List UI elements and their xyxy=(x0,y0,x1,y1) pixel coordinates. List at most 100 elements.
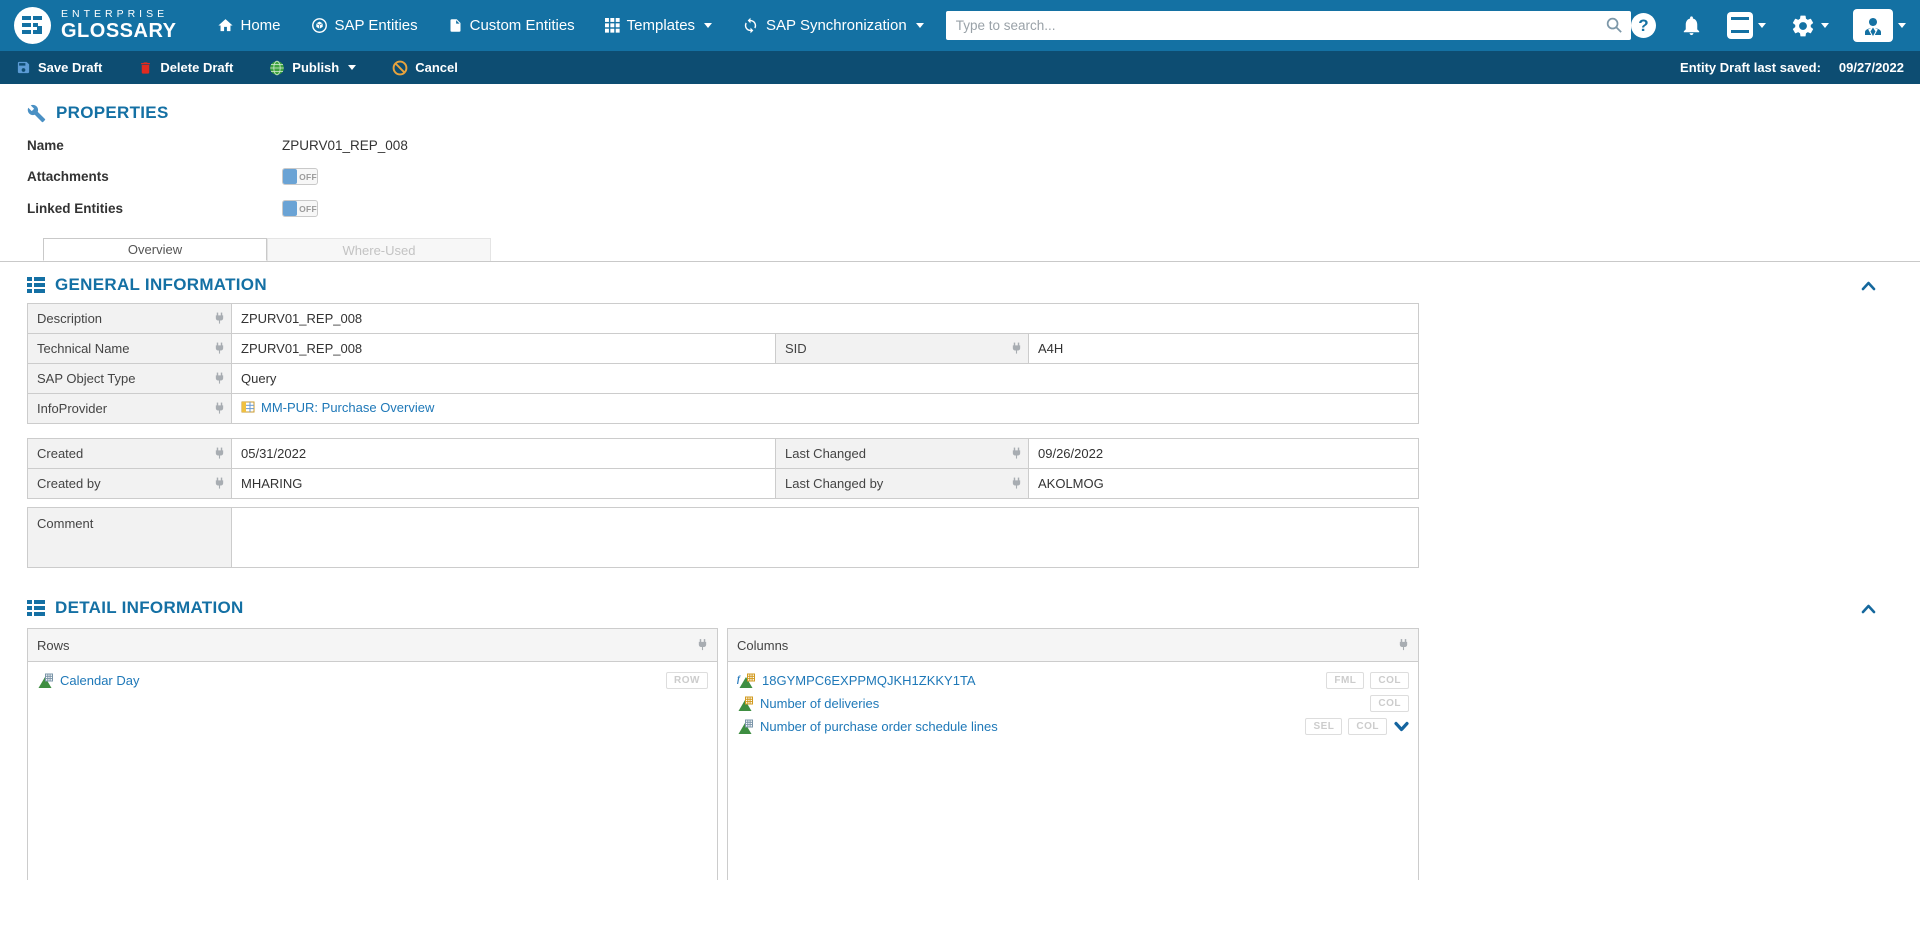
detail-information-section: DETAIL INFORMATION Rows xyxy=(27,598,1890,880)
nav-sap-synchronization[interactable]: SAP Synchronization xyxy=(742,17,924,34)
linked-entities-toggle[interactable]: OFF xyxy=(282,200,318,217)
attachments-toggle-state: OFF xyxy=(299,172,317,182)
search-icon[interactable] xyxy=(1605,16,1624,35)
wrench-icon xyxy=(27,104,46,123)
infoprovider-icon xyxy=(241,400,255,414)
list-icon xyxy=(27,276,45,294)
publish-button[interactable]: Publish xyxy=(269,60,356,76)
help-button[interactable]: ? xyxy=(1631,13,1656,38)
general-information-section: GENERAL INFORMATION Description ZPURV01_… xyxy=(27,275,1890,568)
description-value: ZPURV01_REP_008 xyxy=(232,304,1419,334)
nav-home-label: Home xyxy=(241,17,281,34)
save-icon xyxy=(16,60,31,75)
nav-templates[interactable]: Templates xyxy=(605,17,712,34)
svg-text:f: f xyxy=(737,674,741,684)
nav-templates-label: Templates xyxy=(627,17,695,34)
plug-icon xyxy=(1011,477,1022,490)
column-item-link[interactable]: Number of purchase order schedule lines xyxy=(760,719,998,734)
list-item: Calendar Day ROW xyxy=(37,669,708,692)
table-row: Created by MHARING Last Changed by AKOLM… xyxy=(28,469,1419,499)
infoprovider-link[interactable]: MM-PUR: Purchase Overview xyxy=(241,400,434,415)
list-item: Number of deliveries COL xyxy=(737,692,1409,715)
save-draft-button[interactable]: Save Draft xyxy=(16,60,102,75)
list-item: Number of purchase order schedule lines … xyxy=(737,715,1409,738)
question-icon: ? xyxy=(1631,13,1656,38)
last-changed-label: Last Changed xyxy=(785,446,866,461)
nav-home[interactable]: Home xyxy=(217,17,281,34)
general-information-title: GENERAL INFORMATION xyxy=(55,275,267,295)
home-icon xyxy=(217,17,234,34)
cancel-label: Cancel xyxy=(415,60,458,75)
notifications-button[interactable] xyxy=(1680,13,1703,38)
cancel-button[interactable]: Cancel xyxy=(392,60,458,76)
plug-icon xyxy=(214,402,225,415)
sid-value: A4H xyxy=(1029,334,1419,364)
rows-panel: Rows Calendar Day xyxy=(27,628,718,880)
column-item-link[interactable]: Number of deliveries xyxy=(760,696,879,711)
logo-icon xyxy=(14,7,51,44)
plug-icon xyxy=(214,447,225,460)
plug-icon xyxy=(214,372,225,385)
infoprovider-label: InfoProvider xyxy=(37,401,107,416)
plug-icon xyxy=(214,477,225,490)
delete-draft-button[interactable]: Delete Draft xyxy=(138,60,233,76)
expand-item-button[interactable] xyxy=(1394,721,1409,732)
nav-sap-entities-label: SAP Entities xyxy=(335,17,418,34)
name-label: Name xyxy=(27,138,282,153)
col-badge: COL xyxy=(1348,718,1387,735)
chevron-down-icon xyxy=(1758,23,1766,28)
chevron-down-icon xyxy=(348,65,356,70)
gear-icon xyxy=(1790,13,1816,39)
columns-panel-header: Columns xyxy=(737,638,788,653)
attachments-toggle[interactable]: OFF xyxy=(282,168,318,185)
plug-icon xyxy=(697,639,708,652)
general-info-table-2: Created 05/31/2022 Last Changed 09/26/20… xyxy=(27,438,1419,499)
chevron-down-icon xyxy=(1821,23,1829,28)
tab-bar: Overview Where-Used xyxy=(0,238,1920,262)
brand-line-2: GLOSSARY xyxy=(61,21,177,42)
sap-object-type-value: Query xyxy=(232,364,1419,394)
plug-icon xyxy=(1011,342,1022,355)
name-value: ZPURV01_REP_008 xyxy=(282,138,408,153)
search-input[interactable] xyxy=(946,11,1631,40)
journal-icon xyxy=(1727,12,1753,39)
save-draft-label: Save Draft xyxy=(38,60,102,75)
sel-badge: SEL xyxy=(1305,718,1342,735)
properties-title: PROPERTIES xyxy=(56,103,169,123)
last-saved-date: 09/27/2022 xyxy=(1839,60,1904,75)
collapse-detail-button[interactable] xyxy=(1861,603,1876,614)
created-by-value: MHARING xyxy=(232,469,776,499)
table-row: Technical Name ZPURV01_REP_008 SID A4H xyxy=(28,334,1419,364)
list-item: f 18GYMPC6EXPPMQJKH1ZKKY1TA FML COL xyxy=(737,669,1409,692)
row-badge: ROW xyxy=(666,672,708,689)
table-row: InfoProvider MM-PUR: Purchase Overview xyxy=(28,394,1419,424)
row-item-link[interactable]: Calendar Day xyxy=(60,673,140,688)
table-row: SAP Object Type Query xyxy=(28,364,1419,394)
technical-name-label: Technical Name xyxy=(37,341,130,356)
table-row: Created 05/31/2022 Last Changed 09/26/20… xyxy=(28,439,1419,469)
brand-line-1: ENTERPRISE xyxy=(61,9,177,20)
columns-panel: Columns f 18GYMPC6EXPPMQJKH xyxy=(727,628,1419,880)
settings-menu-button[interactable] xyxy=(1790,13,1829,39)
toggle-knob xyxy=(283,201,297,216)
nav-sap-entities[interactable]: SAP Entities xyxy=(311,17,418,34)
table-row: Comment xyxy=(28,508,1419,568)
tab-overview[interactable]: Overview xyxy=(43,238,267,261)
last-changed-by-label: Last Changed by xyxy=(785,476,883,491)
app-logo[interactable]: ENTERPRISE GLOSSARY xyxy=(14,7,177,44)
sid-label: SID xyxy=(785,341,807,356)
comment-value[interactable] xyxy=(232,508,1419,568)
measure-icon xyxy=(737,719,753,735)
detail-information-title: DETAIL INFORMATION xyxy=(55,598,244,618)
collapse-general-button[interactable] xyxy=(1861,280,1876,291)
tab-where-used[interactable]: Where-Used xyxy=(267,238,491,261)
sync-icon xyxy=(742,17,759,34)
last-saved-label: Entity Draft last saved: xyxy=(1680,60,1821,75)
user-menu-button[interactable] xyxy=(1853,9,1906,42)
column-item-link[interactable]: 18GYMPC6EXPPMQJKH1ZKKY1TA xyxy=(762,673,976,688)
log-menu-button[interactable] xyxy=(1727,12,1766,39)
created-by-label: Created by xyxy=(37,476,101,491)
chevron-down-icon xyxy=(916,23,924,28)
nav-sap-sync-label: SAP Synchronization xyxy=(766,17,907,34)
nav-custom-entities[interactable]: Custom Entities xyxy=(448,17,575,34)
